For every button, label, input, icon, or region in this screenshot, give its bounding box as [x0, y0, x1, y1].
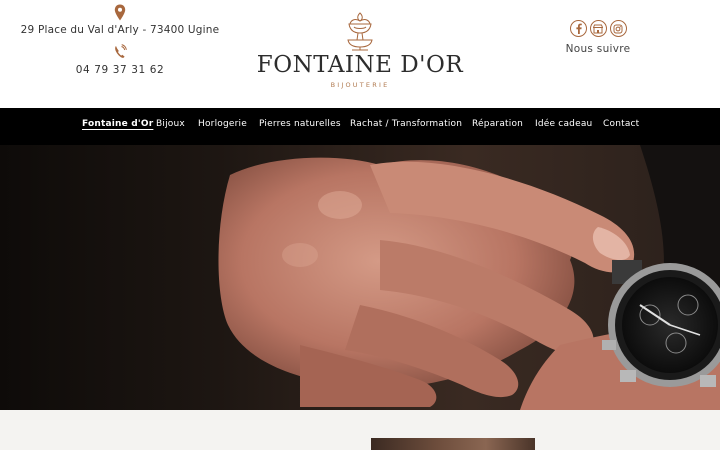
phone-icon	[115, 44, 127, 58]
facebook-icon[interactable]	[569, 20, 587, 37]
follow-label: Nous suivre	[565, 43, 631, 55]
address-link[interactable]: 29 Place du Val d'Arly - 73400 Ugine	[20, 24, 220, 36]
hero-hand-watch-illustration	[0, 145, 720, 410]
nav-item-fontaine-dor[interactable]: Fontaine d'Or	[82, 119, 153, 129]
nav-item-reparation[interactable]: Réparation	[472, 119, 523, 129]
main-nav: Fontaine d'Or Bijoux Horlogerie Pierres …	[0, 108, 720, 145]
nav-item-idee-cadeau[interactable]: Idée cadeau	[535, 119, 592, 129]
instagram-icon[interactable]	[609, 20, 627, 37]
social-links: Nous suivre	[560, 20, 636, 55]
brand-logo[interactable]: FONTAINE D'OR BIJOUTERIE	[255, 10, 465, 89]
brand-name: FONTAINE D'OR	[256, 52, 464, 78]
nav-item-rachat-transformation[interactable]: Rachat / Transformation	[350, 119, 462, 129]
nav-item-contact[interactable]: Contact	[603, 119, 639, 129]
content-section	[0, 410, 720, 450]
brand-subtitle: BIJOUTERIE	[330, 81, 390, 89]
nav-item-pierres-naturelles[interactable]: Pierres naturelles	[259, 119, 341, 129]
location-pin-icon	[114, 4, 126, 21]
fountain-logo-icon	[347, 12, 373, 51]
content-thumbnail-image	[371, 438, 535, 450]
hero-banner-image	[0, 145, 720, 410]
contact-info: 29 Place du Val d'Arly - 73400 Ugine 04 …	[20, 4, 220, 76]
phone-link[interactable]: 04 79 37 31 62	[20, 64, 220, 76]
site-header: 29 Place du Val d'Arly - 73400 Ugine 04 …	[0, 0, 720, 108]
nav-item-bijoux[interactable]: Bijoux	[156, 119, 185, 129]
shop-icon[interactable]	[589, 20, 607, 37]
nav-item-horlogerie[interactable]: Horlogerie	[198, 119, 247, 129]
